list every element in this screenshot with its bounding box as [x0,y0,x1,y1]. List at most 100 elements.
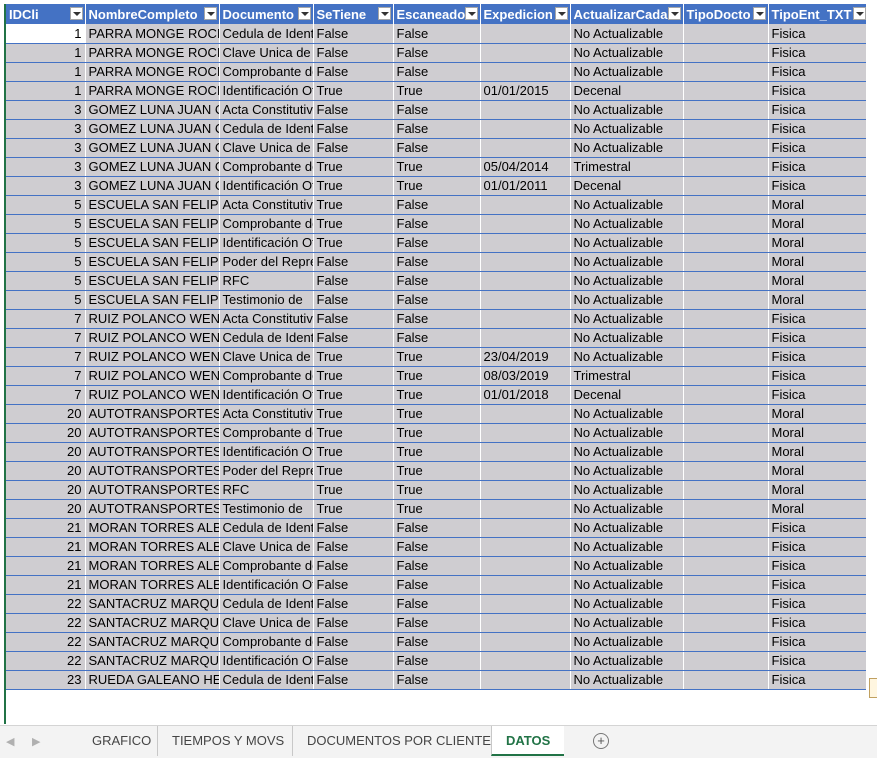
table-cell[interactable]: Decenal [570,176,684,196]
table-cell[interactable]: True [313,423,394,443]
table-cell[interactable] [683,100,769,120]
table-cell[interactable] [683,385,769,405]
table-cell[interactable]: Moral [768,214,868,234]
column-header[interactable]: Expedicion [480,4,571,24]
table-cell[interactable]: Identificación Oficial [219,651,314,671]
table-cell[interactable]: Comprobante de [219,157,314,177]
table-cell[interactable]: No Actualizable [570,309,684,329]
filter-dropdown-icon[interactable] [554,7,568,20]
table-cell[interactable]: False [313,138,394,158]
table-cell[interactable]: PARRA MONGE ROCIO [85,43,220,63]
table-cell[interactable]: Moral [768,271,868,291]
table-cell[interactable]: Moral [768,290,868,310]
tab-grafico[interactable]: GRAFICO [78,726,165,756]
table-cell[interactable]: False [393,43,481,63]
table-cell[interactable] [480,43,571,63]
table-cell[interactable]: No Actualizable [570,100,684,120]
table-cell[interactable]: 1 [6,43,86,63]
table-cell[interactable]: 21 [6,575,86,595]
table-cell[interactable]: True [393,423,481,443]
table-cell[interactable]: MORAN TORRES ALBE [85,556,220,576]
table-cell[interactable] [683,632,769,652]
table-cell[interactable]: 7 [6,328,86,348]
table-cell[interactable]: AUTOTRANSPORTES D [85,442,220,462]
table-cell[interactable]: No Actualizable [570,423,684,443]
table-cell[interactable]: False [393,290,481,310]
table-cell[interactable] [480,233,571,253]
table-cell[interactable]: True [393,404,481,424]
table-cell[interactable]: No Actualizable [570,195,684,215]
table-cell[interactable] [683,309,769,329]
table-cell[interactable]: 21 [6,518,86,538]
table-cell[interactable]: 5 [6,195,86,215]
table-cell[interactable] [480,651,571,671]
table-cell[interactable]: False [313,290,394,310]
table-cell[interactable]: Fisica [768,100,868,120]
table-cell[interactable]: No Actualizable [570,575,684,595]
table-cell[interactable]: No Actualizable [570,119,684,139]
table-cell[interactable]: 20 [6,404,86,424]
table-cell[interactable] [683,176,769,196]
table-cell[interactable]: False [313,43,394,63]
quick-analysis-icon[interactable] [869,678,877,698]
table-cell[interactable] [683,252,769,272]
table-cell[interactable]: False [313,537,394,557]
column-header[interactable]: Documento [219,4,314,24]
table-cell[interactable]: Clave Unica de [219,613,314,633]
table-cell[interactable] [480,670,571,690]
table-cell[interactable]: SANTACRUZ MARQUE [85,632,220,652]
table-cell[interactable]: Fisica [768,176,868,196]
table-cell[interactable]: No Actualizable [570,138,684,158]
table-cell[interactable] [683,43,769,63]
table-cell[interactable]: 08/03/2019 [480,366,571,386]
table-cell[interactable]: No Actualizable [570,670,684,690]
table-cell[interactable]: Fisica [768,62,868,82]
table-cell[interactable] [480,442,571,462]
table-cell[interactable]: True [313,461,394,481]
table-cell[interactable]: ESCUELA SAN FELIPE E [85,290,220,310]
table-cell[interactable]: SANTACRUZ MARQUE [85,651,220,671]
table-cell[interactable]: True [393,157,481,177]
table-cell[interactable]: False [313,271,394,291]
table-cell[interactable]: AUTOTRANSPORTES D [85,404,220,424]
column-header[interactable]: TipoEnt_TXT [768,4,868,24]
table-cell[interactable]: 21 [6,537,86,557]
table-cell[interactable]: No Actualizable [570,442,684,462]
table-cell[interactable]: True [313,176,394,196]
tab-datos[interactable]: DATOS [491,726,565,756]
table-cell[interactable]: Fisica [768,309,868,329]
table-cell[interactable] [480,309,571,329]
table-cell[interactable]: Acta Constitutiva [219,404,314,424]
table-cell[interactable]: Fisica [768,119,868,139]
filter-dropdown-icon[interactable] [667,7,681,20]
column-header[interactable]: Escaneado [393,4,481,24]
table-cell[interactable] [480,290,571,310]
filter-dropdown-icon[interactable] [377,7,391,20]
table-cell[interactable] [480,24,571,44]
table-cell[interactable]: False [313,556,394,576]
table-cell[interactable]: 1 [6,81,86,101]
table-cell[interactable]: 5 [6,252,86,272]
table-cell[interactable]: Fisica [768,81,868,101]
table-cell[interactable]: False [393,594,481,614]
table-cell[interactable] [683,556,769,576]
table-cell[interactable]: False [393,62,481,82]
table-cell[interactable] [480,328,571,348]
table-cell[interactable]: False [393,556,481,576]
table-cell[interactable]: 22 [6,613,86,633]
table-cell[interactable] [683,480,769,500]
table-cell[interactable]: False [393,214,481,234]
table-cell[interactable]: 7 [6,366,86,386]
table-cell[interactable]: False [313,328,394,348]
table-cell[interactable]: False [393,328,481,348]
table-cell[interactable]: SANTACRUZ MARQUE [85,594,220,614]
table-cell[interactable]: Poder del Representante [219,461,314,481]
table-cell[interactable]: Moral [768,499,868,519]
table-cell[interactable]: 20 [6,480,86,500]
table-cell[interactable]: No Actualizable [570,328,684,348]
table-cell[interactable] [683,290,769,310]
table-cell[interactable] [683,347,769,367]
table-cell[interactable]: True [313,233,394,253]
table-cell[interactable]: Fisica [768,556,868,576]
table-cell[interactable]: False [313,24,394,44]
